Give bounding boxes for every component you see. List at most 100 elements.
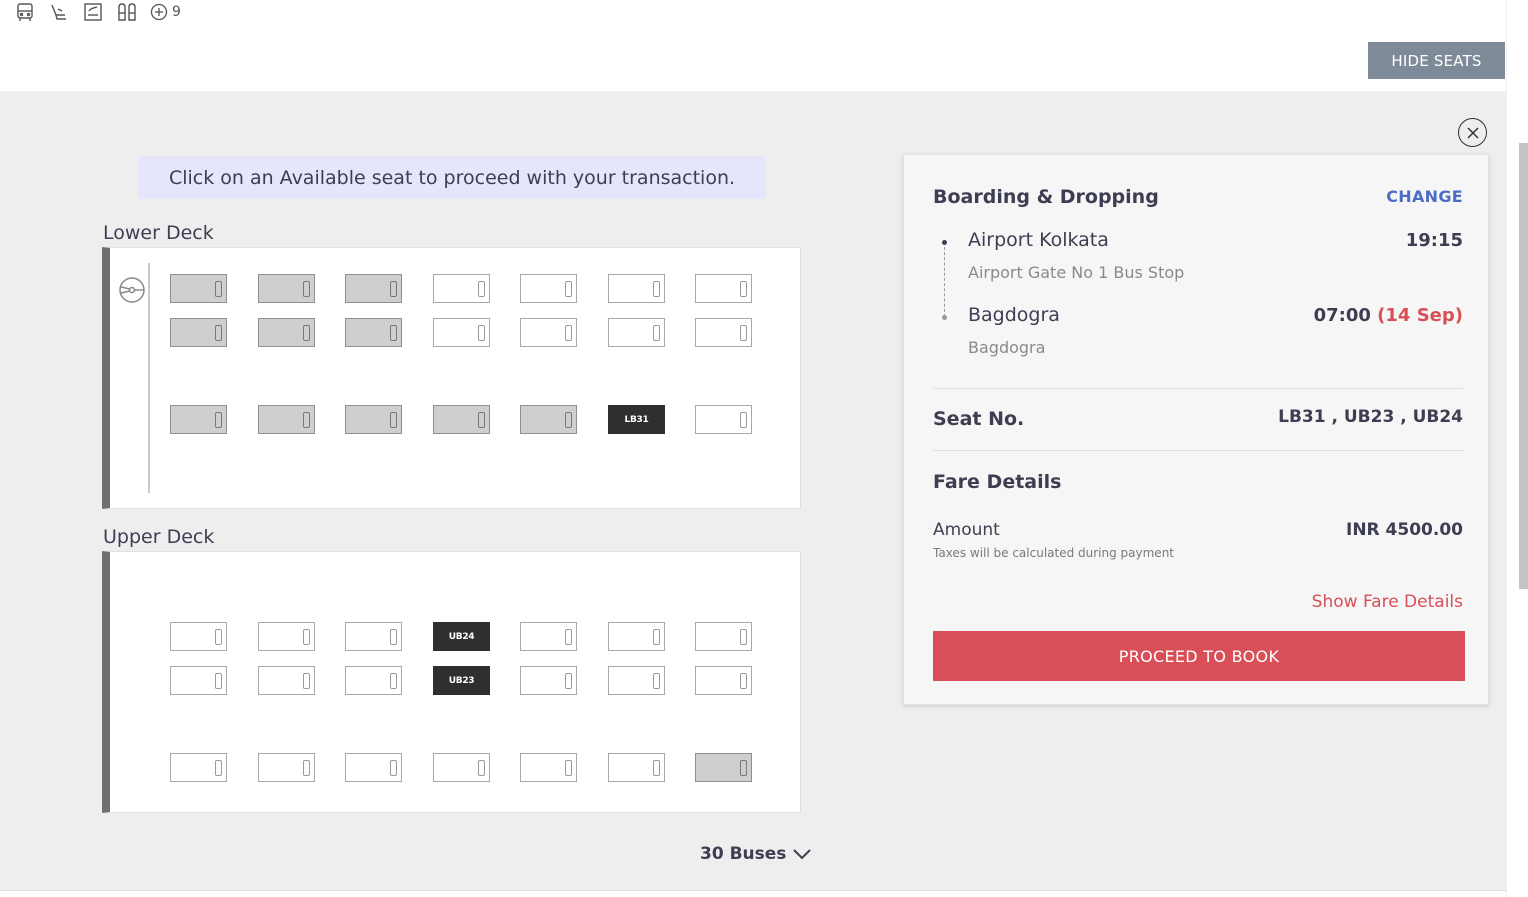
seat-available[interactable] [433,753,490,782]
seat-booked [258,274,315,303]
pillow-icon [303,325,310,341]
close-icon [1466,126,1479,139]
divider [933,388,1463,389]
seat-booked [520,405,577,434]
pillow-icon [478,760,485,776]
pillow-icon [740,412,747,428]
change-link[interactable]: CHANGE [1386,187,1463,206]
dropping-date: (14 Sep) [1377,305,1463,326]
pillow-icon [740,673,747,689]
seat-available[interactable] [608,274,665,303]
seat-booked [345,405,402,434]
seat-available[interactable] [433,318,490,347]
pillow-icon [478,412,485,428]
seat-selected-ub24[interactable]: UB24 [433,622,490,651]
buses-toggle[interactable]: 30 Buses [700,844,812,864]
more-amenities[interactable]: 9 [150,3,181,21]
plus-circle-icon [150,3,168,21]
lower-deck-label: Lower Deck [103,222,214,244]
seat-available[interactable] [695,274,752,303]
pillow-icon [390,281,397,297]
more-amenities-count: 9 [172,4,181,20]
seat-available[interactable] [608,666,665,695]
boarding-dot [942,240,947,245]
tax-note: Taxes will be calculated during payment [933,546,1175,560]
seat-available[interactable] [170,666,227,695]
seat-available[interactable] [345,666,402,695]
seat-available[interactable] [695,622,752,651]
amenities-row: 9 [14,0,181,24]
pillow-icon [565,325,572,341]
seat-available[interactable] [170,753,227,782]
pillow-icon [740,325,747,341]
reclining-seat-icon[interactable] [48,1,70,23]
boarding-point-name: Airport Kolkata [968,229,1109,251]
seat-available[interactable] [695,405,752,434]
pillow-icon [390,325,397,341]
lower-deck-divider [148,263,150,493]
divider [933,450,1463,451]
seat-available[interactable] [433,274,490,303]
chevron-down-icon [793,849,812,860]
seat-available[interactable] [345,622,402,651]
pillow-icon [565,629,572,645]
lower-deck: LB31 [102,247,801,509]
seat-available[interactable] [608,753,665,782]
seat-no-label: Seat No. [933,408,1025,430]
seat-booked [695,753,752,782]
pillow-icon [740,281,747,297]
seat-available[interactable] [345,753,402,782]
seat-available[interactable] [608,318,665,347]
pillow-icon [303,629,310,645]
blanket-icon[interactable] [116,1,138,23]
proceed-to-book-button[interactable]: PROCEED TO BOOK [933,631,1465,681]
boarding-point-address: Airport Gate No 1 Bus Stop [968,263,1185,282]
seat-available[interactable] [520,274,577,303]
seat-available[interactable] [520,318,577,347]
pillow-icon [478,325,485,341]
pillow-icon [390,412,397,428]
seat-booked [170,274,227,303]
hide-seats-button[interactable]: HIDE SEATS [1368,42,1505,79]
close-button[interactable] [1458,118,1487,147]
seat-available[interactable] [608,622,665,651]
seat-available[interactable] [520,666,577,695]
seat-available[interactable] [258,622,315,651]
boarding-dropping-title: Boarding & Dropping [933,186,1159,208]
pillow-icon [565,281,572,297]
pillow-icon [740,629,747,645]
dropping-dot [942,315,947,320]
seat-available[interactable] [520,753,577,782]
scrollbar-thumb[interactable] [1519,143,1528,589]
charging-point-icon[interactable] [82,1,104,23]
pillow-icon [303,760,310,776]
pillow-icon [565,760,572,776]
seat-booked [258,318,315,347]
boarding-time: 19:15 [1405,230,1463,251]
upper-deck: UB24 UB23 [102,551,801,813]
dropping-time-group: 07:00 (14 Sep) [1314,305,1463,326]
seat-available[interactable] [695,318,752,347]
amount-value: INR 4500.00 [1346,520,1463,540]
seat-selected-lb31[interactable]: LB31 [608,405,665,434]
pillow-icon [215,325,222,341]
pillow-icon [478,281,485,297]
pillow-icon [215,760,222,776]
seat-available[interactable] [258,753,315,782]
route-line [944,247,945,317]
pillow-icon [565,673,572,689]
dropping-point-name: Bagdogra [968,304,1060,326]
amount-label: Amount [933,520,1000,540]
seat-available[interactable] [520,622,577,651]
show-fare-details-link[interactable]: Show Fare Details [1312,592,1463,612]
seat-available[interactable] [258,666,315,695]
pillow-icon [390,629,397,645]
seat-booked [170,318,227,347]
pillow-icon [390,673,397,689]
seat-available[interactable] [695,666,752,695]
seat-selected-ub23[interactable]: UB23 [433,666,490,695]
bus-icon[interactable] [14,1,36,23]
pillow-icon [215,412,222,428]
pillow-icon [653,281,660,297]
seat-available[interactable] [170,622,227,651]
